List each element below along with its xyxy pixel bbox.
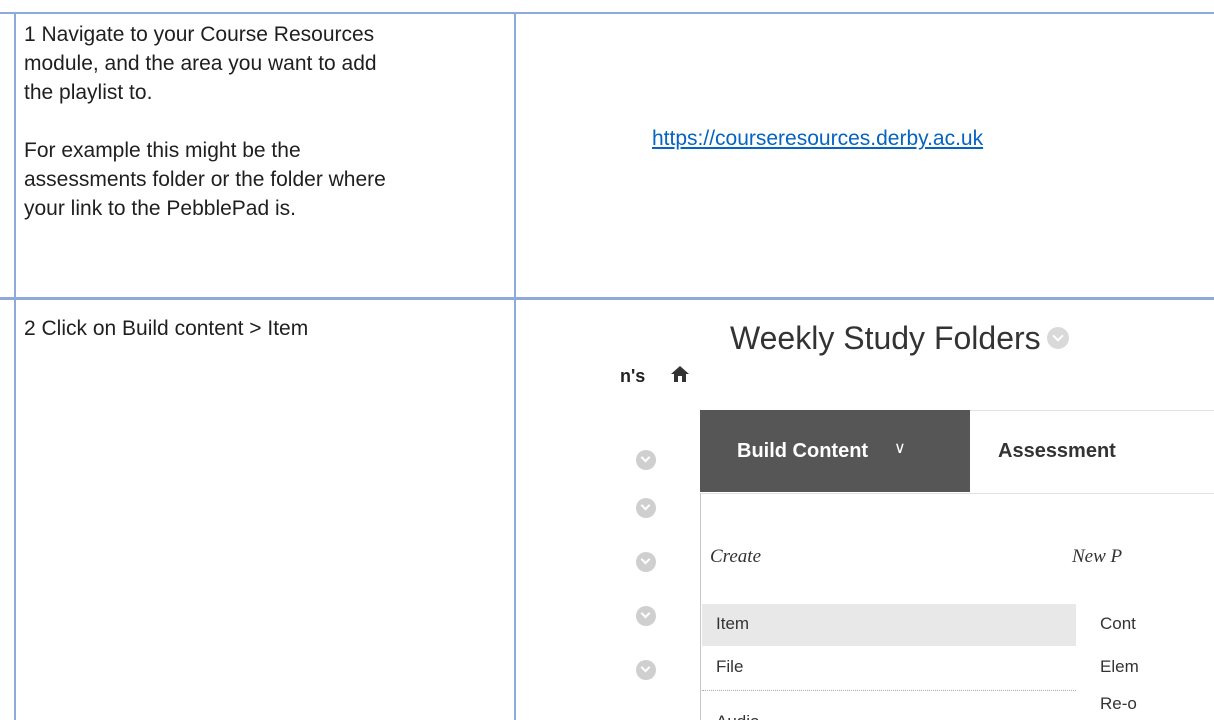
menu-item-element[interactable]: Elem — [1100, 657, 1139, 677]
menu-item-audio[interactable]: Audio — [716, 712, 759, 720]
chevron-down-icon: ∨ — [894, 440, 906, 457]
menu-item-file[interactable]: File — [716, 657, 743, 677]
chevron-down-icon[interactable] — [636, 552, 656, 572]
menu-item-item[interactable]: Item — [716, 614, 749, 634]
menu-item-reorder[interactable]: Re-o — [1100, 694, 1137, 714]
chevron-down-icon[interactable] — [636, 606, 656, 626]
instruction-table: 1 Navigate to your Course Resources modu… — [0, 0, 1214, 720]
menu-divider — [702, 690, 1076, 691]
step-1-example-line: assessments folder or the folder where — [24, 168, 386, 191]
assessments-button[interactable]: Assessment — [998, 440, 1116, 463]
create-header: Create — [710, 546, 762, 567]
menu-item-highlight — [702, 604, 1076, 646]
breadcrumb-fragment: n's — [620, 366, 646, 386]
menu-item-content-folder[interactable]: Cont — [1100, 614, 1136, 634]
step-2-text: 2 Click on Build content > Item — [24, 317, 309, 340]
page-title-text: Weekly Study Folders — [730, 320, 1041, 356]
new-page-header: New P — [1072, 546, 1123, 567]
step-1-example-line: your link to the PebblePad is. — [24, 197, 296, 220]
page-title: Weekly Study Folders — [730, 320, 1069, 357]
table-top-border — [0, 12, 1214, 14]
step-1-line: module, and the area you want to add — [24, 52, 377, 75]
table-column-divider — [514, 12, 516, 720]
build-content-label: Build Content — [737, 440, 869, 462]
chevron-down-icon[interactable] — [636, 660, 656, 680]
chevron-down-icon[interactable] — [636, 450, 656, 470]
step-1-example-line: For example this might be the — [24, 139, 301, 162]
step-1-text: 1 Navigate to your Course Resources modu… — [24, 20, 386, 223]
step-1-line: the playlist to. — [24, 81, 153, 104]
course-resources-link[interactable]: https://courseresources.derby.ac.uk — [652, 127, 983, 151]
chevron-down-icon[interactable] — [1046, 326, 1069, 349]
table-left-border — [14, 12, 16, 720]
build-content-screenshot: n's Weekly Study Folders Build Content ∨… — [586, 300, 1214, 720]
home-icon — [671, 366, 689, 382]
chevron-down-icon[interactable] — [636, 498, 656, 518]
build-content-button[interactable]: Build Content ∨ — [700, 410, 970, 492]
step-1-line: 1 Navigate to your Course Resources — [24, 23, 375, 46]
